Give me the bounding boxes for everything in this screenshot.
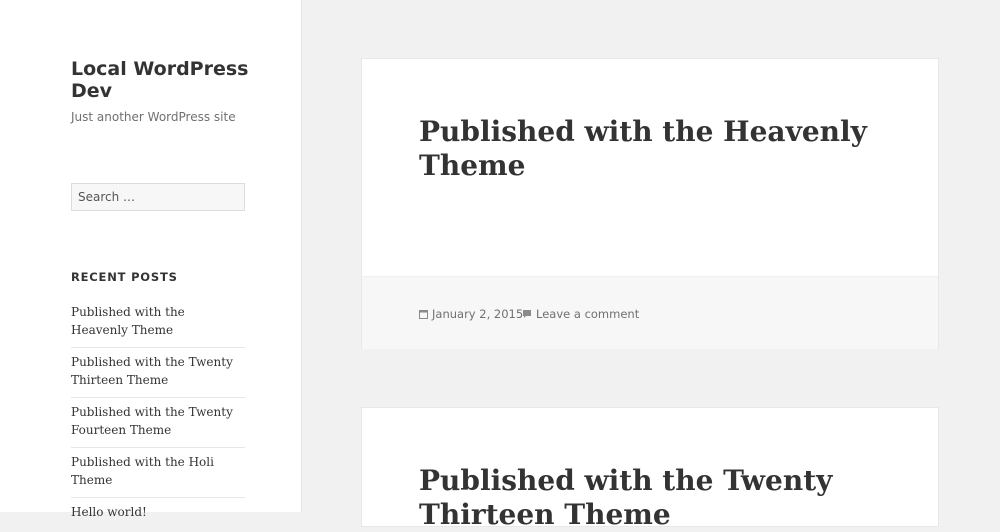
post-title[interactable]: Published with the Heavenly Theme: [419, 115, 889, 183]
recent-post-link[interactable]: Published with the Twenty Fourteen Theme: [71, 405, 233, 437]
post-card: Published with the Heavenly Theme Januar…: [361, 58, 939, 349]
list-item: Published with the Holi Theme: [71, 451, 245, 498]
recent-post-link[interactable]: Published with the Twenty Thirteen Theme: [71, 355, 233, 387]
list-item: Published with the Twenty Thirteen Theme: [71, 351, 245, 398]
recent-posts-list: Published with the Heavenly Theme Publis…: [71, 301, 245, 532]
recent-post-link[interactable]: Hello world!: [71, 505, 147, 519]
site-description: Just another WordPress site: [71, 110, 236, 124]
site-title[interactable]: Local WordPress Dev: [71, 58, 251, 102]
search-input[interactable]: [71, 183, 245, 211]
post-card: Published with the Twenty Thirteen Theme: [361, 407, 939, 531]
list-item: Published with the Heavenly Theme: [71, 301, 245, 348]
leave-comment-link[interactable]: Leave a comment: [522, 307, 639, 321]
post-title[interactable]: Published with the Twenty Thirteen Theme: [419, 464, 889, 532]
recent-posts-heading: RECENT POSTS: [71, 270, 178, 284]
comment-bubble-icon: [522, 309, 532, 319]
post-meta-footer: January 2, 2015 Leave a comment: [362, 276, 938, 349]
leave-comment-label: Leave a comment: [536, 307, 640, 321]
calendar-icon: [419, 309, 428, 319]
list-item: Published with the Twenty Fourteen Theme: [71, 401, 245, 448]
sidebar: Local WordPress Dev Just another WordPre…: [0, 0, 302, 519]
list-item: Hello world!: [71, 501, 245, 529]
recent-post-link[interactable]: Published with the Heavenly Theme: [71, 305, 185, 337]
post-date-link[interactable]: January 2, 2015: [419, 307, 523, 321]
recent-post-link[interactable]: Published with the Holi Theme: [71, 455, 214, 487]
post-date: January 2, 2015: [432, 307, 524, 321]
